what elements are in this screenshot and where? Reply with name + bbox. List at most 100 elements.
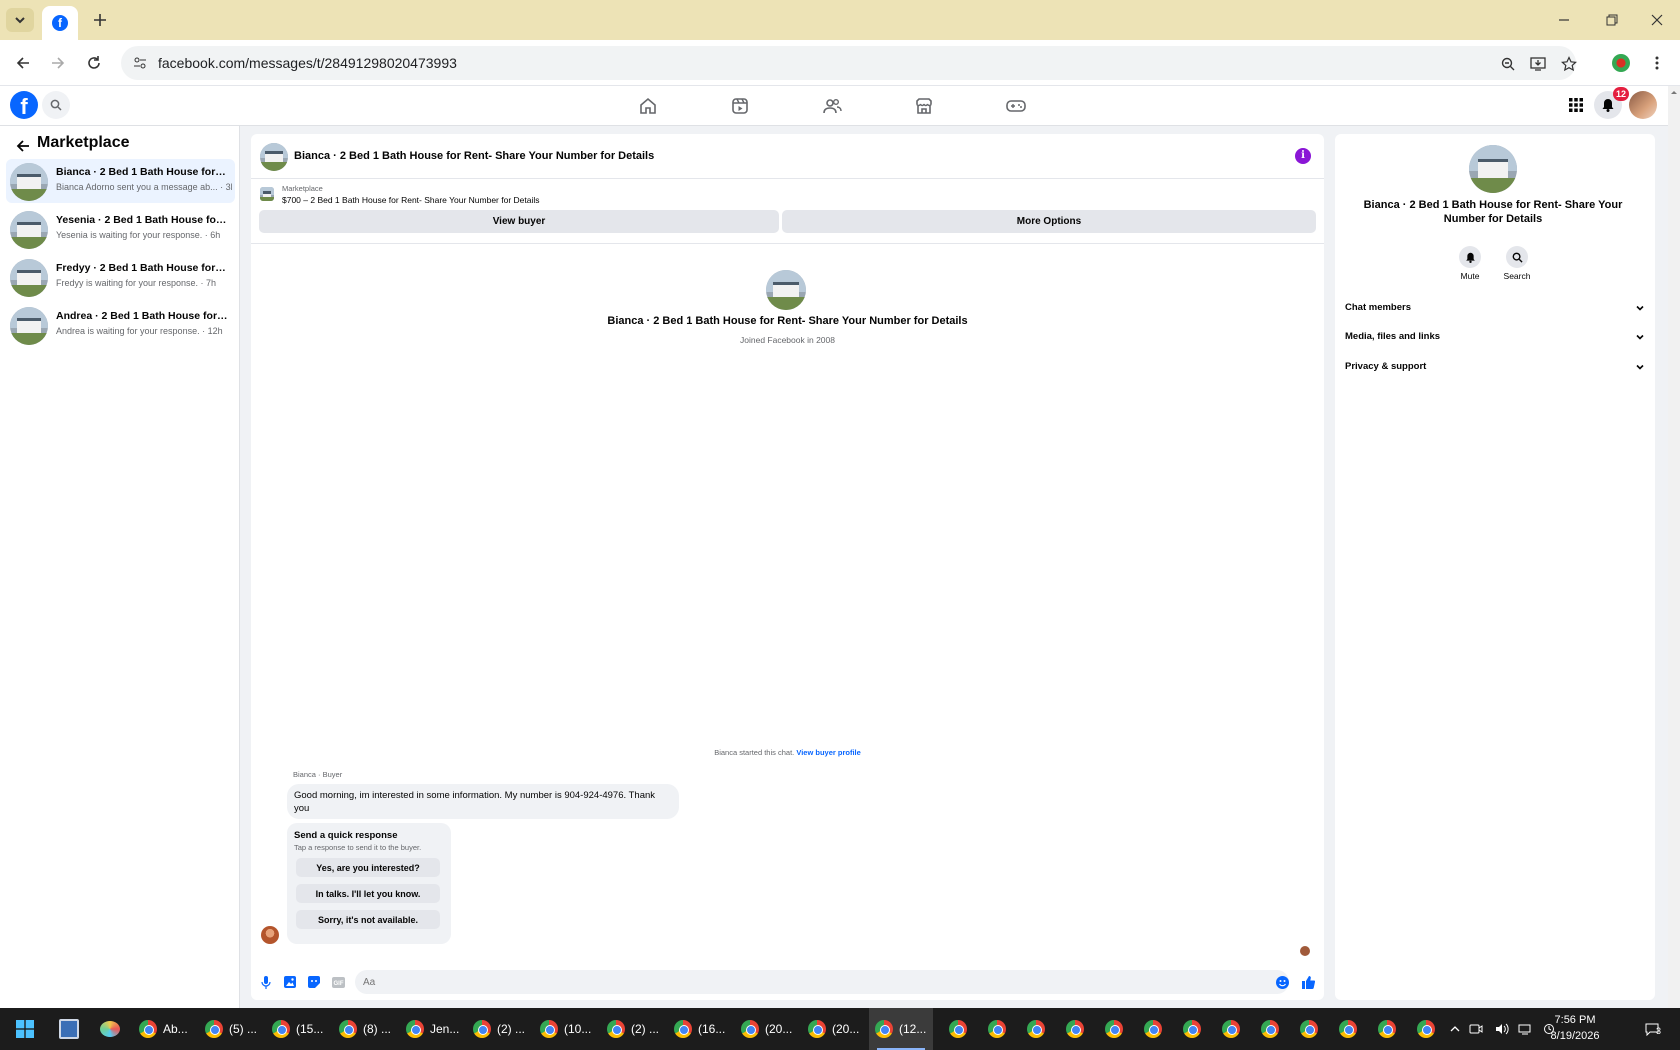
taskbar-chrome-pinned[interactable] xyxy=(1177,1008,1207,1050)
taskbar-chrome-window[interactable]: (5) ... xyxy=(201,1008,259,1050)
account-avatar[interactable] xyxy=(1629,91,1657,119)
install-app-icon[interactable] xyxy=(1527,53,1549,75)
conversation-name: Fredyy · 2 Bed 1 Bath House for Re... xyxy=(56,262,228,274)
page-scrollbar[interactable] xyxy=(1668,86,1680,1008)
friends-icon xyxy=(823,99,842,114)
taskbar-clock[interactable]: 7:56 PM 8/19/2026 xyxy=(1535,1012,1615,1044)
taskbar-chrome-pinned[interactable] xyxy=(1255,1008,1285,1050)
start-button[interactable] xyxy=(10,1008,40,1050)
facebook-search-button[interactable] xyxy=(42,91,70,119)
chrome-menu-button[interactable] xyxy=(1643,49,1671,77)
conversation-name: Andrea · 2 Bed 1 Bath House for R... xyxy=(56,310,228,322)
microphone-button[interactable] xyxy=(259,975,273,989)
gif-icon: GIF xyxy=(331,976,345,988)
nav-home[interactable] xyxy=(636,94,660,118)
restore-button[interactable] xyxy=(1588,4,1636,36)
browser-tab-facebook[interactable]: f xyxy=(42,6,78,40)
taskbar-chrome-window-active[interactable]: (12... xyxy=(869,1008,933,1050)
sidebar-title: Marketplace xyxy=(37,134,130,151)
chrome-icon xyxy=(139,1020,157,1038)
taskbar-chrome-window[interactable]: (16... xyxy=(670,1008,728,1050)
url-text[interactable]: facebook.com/messages/t/2849129802047399… xyxy=(158,55,457,71)
taskbar-chrome-pinned[interactable] xyxy=(1099,1008,1129,1050)
profile-avatar-button[interactable] xyxy=(1607,49,1635,77)
arrow-left-icon xyxy=(16,57,29,69)
close-window-button[interactable] xyxy=(1633,4,1680,36)
taskbar-chrome-pinned[interactable] xyxy=(943,1008,973,1050)
taskbar-app-pinned[interactable] xyxy=(97,1008,123,1050)
nav-gaming[interactable] xyxy=(1004,94,1028,118)
taskbar-chrome-pinned[interactable] xyxy=(1216,1008,1246,1050)
chat-title[interactable]: Bianca · 2 Bed 1 Bath House for Rent- Sh… xyxy=(294,150,654,162)
taskbar-chrome-window[interactable]: (2) ... xyxy=(603,1008,661,1050)
back-button[interactable] xyxy=(9,49,37,77)
taskbar-chrome-window[interactable]: (20... xyxy=(737,1008,795,1050)
more-options-button[interactable]: More Options xyxy=(782,210,1316,233)
tab-search-button[interactable] xyxy=(6,8,34,32)
taskbar-chrome-window[interactable]: Jen... xyxy=(402,1008,460,1050)
privacy-support-section[interactable]: Privacy & support xyxy=(1345,361,1645,379)
chat-members-section[interactable]: Chat members xyxy=(1345,302,1645,320)
taskbar-chrome-window[interactable]: (10... xyxy=(536,1008,594,1050)
sticker-button[interactable] xyxy=(307,975,321,989)
taskbar-chrome-pinned[interactable] xyxy=(1060,1008,1090,1050)
camera-tray-icon[interactable] xyxy=(1468,1021,1484,1037)
new-tab-button[interactable] xyxy=(88,8,112,32)
chat-avatar[interactable] xyxy=(260,143,288,171)
site-info-icon[interactable] xyxy=(129,52,151,74)
mute-button[interactable]: Mute xyxy=(1446,246,1494,281)
conversation-item[interactable]: Fredyy · 2 Bed 1 Bath House for Re... Fr… xyxy=(6,255,235,299)
back-arrow-button[interactable] xyxy=(12,135,34,157)
volume-tray-icon[interactable] xyxy=(1494,1021,1510,1037)
taskbar-chrome-window[interactable]: Ab... xyxy=(135,1008,193,1050)
search-in-chat-button[interactable]: Search xyxy=(1493,246,1541,281)
taskbar-chrome-window[interactable]: (2) ... xyxy=(469,1008,527,1050)
listing-title[interactable]: $700 – 2 Bed 1 Bath House for Rent- Shar… xyxy=(282,195,540,205)
conversation-item[interactable]: Yesenia · 2 Bed 1 Bath House for R... Ye… xyxy=(6,207,235,251)
conversation-item[interactable]: Bianca · 2 Bed 1 Bath House for Re... Bi… xyxy=(6,159,235,203)
taskbar-chrome-pinned[interactable] xyxy=(1021,1008,1051,1050)
photo-button[interactable] xyxy=(283,975,297,989)
taskbar-chrome-pinned[interactable] xyxy=(1138,1008,1168,1050)
quick-reply-button[interactable]: Sorry, it's not available. xyxy=(296,910,440,929)
show-hidden-icons-button[interactable] xyxy=(1447,1021,1463,1037)
network-tray-icon[interactable] xyxy=(1517,1021,1533,1037)
emoji-button[interactable] xyxy=(1275,975,1289,989)
notification-count: 3 xyxy=(1656,1026,1662,1036)
taskbar-chrome-pinned[interactable] xyxy=(1372,1008,1402,1050)
reload-icon xyxy=(88,56,100,69)
address-bar[interactable]: facebook.com/messages/t/2849129802047399… xyxy=(121,46,1577,80)
taskbar-chrome-window[interactable]: (8) ... xyxy=(335,1008,393,1050)
conversation-item[interactable]: Andrea · 2 Bed 1 Bath House for R... And… xyxy=(6,303,235,347)
taskbar-chrome-pinned[interactable] xyxy=(1333,1008,1363,1050)
quick-reply-button[interactable]: Yes, are you interested? xyxy=(296,858,440,877)
taskbar-chrome-pinned[interactable] xyxy=(1294,1008,1324,1050)
taskbar-chrome-pinned[interactable] xyxy=(982,1008,1012,1050)
chrome-icon xyxy=(1339,1020,1357,1038)
reload-button[interactable] xyxy=(80,49,108,77)
notification-center-button[interactable]: 3 xyxy=(1640,1021,1664,1037)
nav-marketplace[interactable] xyxy=(912,94,936,118)
forward-button[interactable] xyxy=(44,49,72,77)
bookmark-star-icon[interactable] xyxy=(1558,53,1580,75)
chrome-icon xyxy=(607,1020,625,1038)
facebook-logo-icon[interactable]: f xyxy=(10,91,38,119)
media-files-links-section[interactable]: Media, files and links xyxy=(1345,331,1645,349)
quick-reply-button[interactable]: In talks. I'll let you know. xyxy=(296,884,440,903)
view-buyer-profile-link[interactable]: View buyer profile xyxy=(796,748,860,757)
gif-button[interactable]: GIF xyxy=(331,975,345,989)
taskbar-chrome-window[interactable]: (20... xyxy=(804,1008,862,1050)
zoom-icon[interactable] xyxy=(1497,53,1519,75)
nav-reels[interactable] xyxy=(728,94,752,118)
taskbar-chrome-window[interactable]: (15... xyxy=(268,1008,326,1050)
view-buyer-button[interactable]: View buyer xyxy=(259,210,779,233)
minimize-button[interactable] xyxy=(1540,4,1588,36)
nav-friends[interactable] xyxy=(820,94,844,118)
taskbar-chrome-pinned[interactable] xyxy=(1411,1008,1441,1050)
info-icon[interactable]: i xyxy=(1295,148,1311,164)
menu-button[interactable] xyxy=(1562,91,1590,119)
like-button[interactable] xyxy=(1301,975,1315,989)
message-input[interactable] xyxy=(355,970,1289,994)
message-bubble[interactable]: Good morning, im interested in some info… xyxy=(287,784,679,819)
taskbar-app-pinned[interactable] xyxy=(55,1008,83,1050)
